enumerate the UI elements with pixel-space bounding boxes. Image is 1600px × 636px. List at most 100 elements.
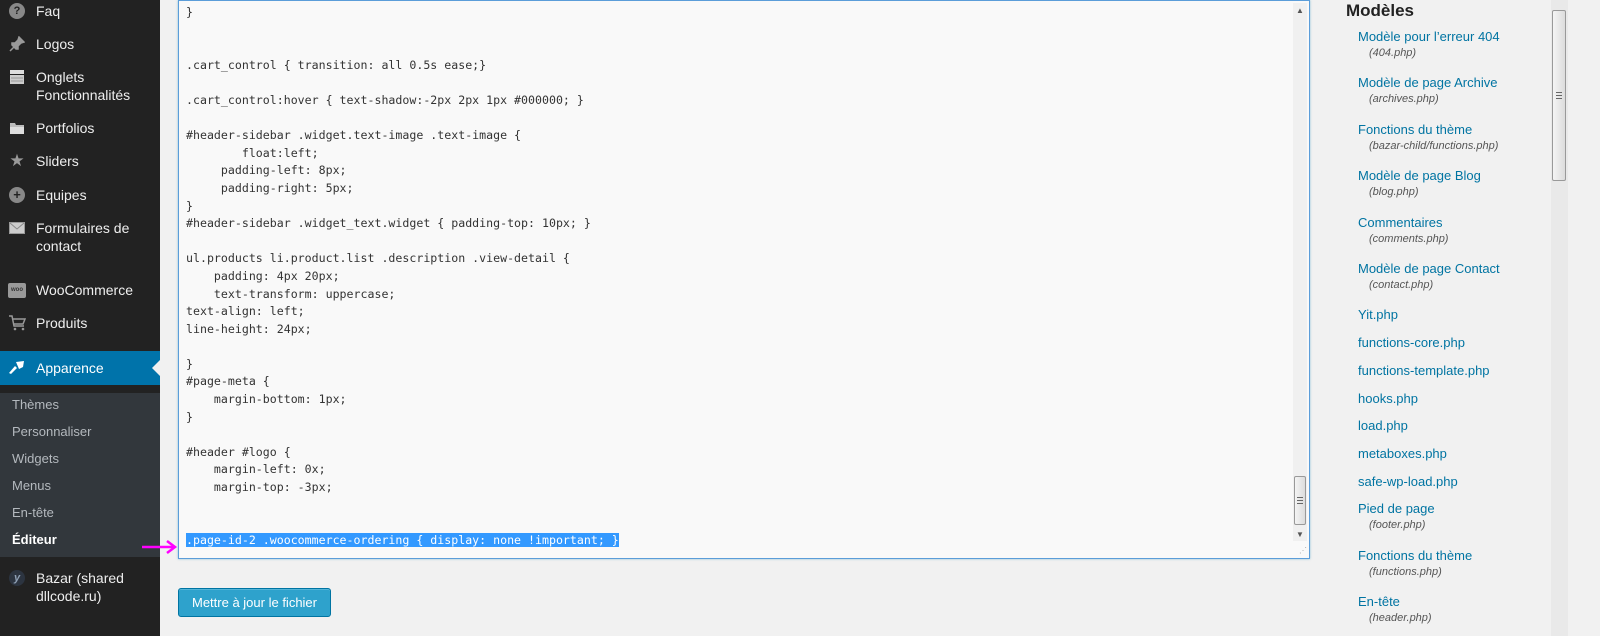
template-link[interactable]: Fonctions du thème (1358, 122, 1472, 137)
code-text: margin-bottom: 1px; (186, 392, 347, 407)
scroll-up-icon[interactable]: ▲ (1293, 3, 1307, 17)
code-line: padding: 4px 20px; (186, 268, 619, 286)
code-text: margin-top: -3px; (186, 480, 333, 495)
template-link[interactable]: load.php (1358, 418, 1408, 433)
mail-icon (8, 219, 26, 237)
code-line: text-transform: uppercase; (186, 286, 619, 304)
code-text: #header-sidebar .widget_text.widget { pa… (186, 216, 591, 231)
code-text: padding-right: 5px; (186, 180, 354, 195)
template-link[interactable]: Fonctions du thème (1358, 548, 1472, 563)
code-line: padding-left: 8px; (186, 162, 619, 180)
annotation-arrow-icon (142, 540, 178, 554)
code-line: #header-sidebar .widget_text.widget { pa… (186, 215, 619, 233)
star-icon: ★ (9, 151, 25, 170)
update-file-button[interactable]: Mettre à jour le fichier (178, 588, 331, 617)
sidebar-item-label: Portfolios (36, 120, 95, 136)
code-line: margin-left: 0x; (186, 461, 619, 479)
template-link[interactable]: Modèle de page Archive (1358, 75, 1497, 90)
submenu-item-menus[interactable]: Menus (12, 478, 51, 493)
template-link[interactable]: En-tête (1358, 594, 1400, 609)
submenu-item-personnaliser[interactable]: Personnaliser (12, 424, 92, 439)
resize-handle-icon[interactable]: ⋰ (1297, 546, 1307, 556)
page-scrollbar[interactable] (1551, 0, 1568, 636)
wp-admin-theme-editor: ? Faq Logos Onglets Fonctionnalités Port… (0, 0, 1600, 636)
scroll-down-icon[interactable]: ▼ (1293, 527, 1307, 541)
sidebar-item-label: Bazar (shared dllcode.ru) (36, 570, 124, 604)
code-text: } (186, 198, 193, 213)
scroll-thumb[interactable] (1294, 476, 1306, 525)
submenu-item-editeur[interactable]: Éditeur (12, 532, 57, 547)
folder-icon (8, 119, 26, 137)
code-text: ul.products li.product.list .description… (186, 251, 570, 266)
submenu-item-themes[interactable]: Thèmes (12, 397, 59, 412)
template-link[interactable]: functions-core.php (1358, 335, 1465, 350)
sidebar-item-label: Sliders (36, 153, 79, 169)
code-text: } (186, 356, 193, 371)
template-filename: (functions.php) (1369, 565, 1442, 578)
cart-icon (8, 314, 26, 332)
active-indicator (152, 360, 160, 376)
code-line: float:left; (186, 145, 619, 163)
code-text: #header-sidebar .widget.text-image .text… (186, 128, 522, 143)
code-line: .cart_control:hover { text-shadow:-2px 2… (186, 92, 619, 110)
plus-circle-icon: + (8, 186, 26, 204)
code-line: ul.products li.product.list .description… (186, 250, 619, 268)
submenu-item-widgets[interactable]: Widgets (12, 451, 59, 466)
submenu-item-en-tete[interactable]: En-tête (12, 505, 54, 520)
template-link[interactable]: Pied de page (1358, 501, 1435, 516)
sidebar-item-apparence[interactable]: Apparence (0, 351, 160, 385)
code-line: } (186, 198, 619, 216)
editor-scrollbar[interactable]: ▲ ▼ (1293, 3, 1307, 541)
template-link[interactable]: Yit.php (1358, 307, 1398, 322)
page-scroll-thumb[interactable] (1552, 10, 1566, 181)
apparence-submenu: Thèmes Personnaliser Widgets Menus En-tê… (0, 393, 160, 557)
template-filename: (blog.php) (1369, 186, 1419, 199)
sidebar-item-label: WooCommerce (36, 282, 133, 298)
code-text: line-height: 24px; (186, 321, 312, 336)
template-filename: (header.php) (1369, 612, 1432, 625)
template-link[interactable]: functions-template.php (1358, 363, 1490, 378)
code-line: } (186, 4, 619, 22)
code-line: text-align: left; (186, 303, 619, 321)
code-line: #header #logo { (186, 444, 619, 462)
template-filename: (bazar-child/functions.php) (1369, 139, 1499, 152)
code-text: } (186, 5, 193, 19)
template-link[interactable]: metaboxes.php (1358, 446, 1447, 461)
sidebar-item-label: Logos (36, 36, 75, 52)
code-line: line-height: 24px; (186, 321, 619, 339)
templates-heading: Modèles (1346, 1, 1415, 20)
template-link[interactable]: safe-wp-load.php (1358, 474, 1458, 489)
pin-icon (8, 35, 26, 53)
template-link[interactable]: Commentaires (1358, 215, 1443, 230)
paintbrush-icon (8, 359, 26, 377)
code-line-selected: .page-id-2 .woocommerce-ordering { displ… (186, 532, 619, 550)
admin-sidebar: ? Faq Logos Onglets Fonctionnalités Port… (0, 0, 160, 636)
sidebar-item-label: Faq (36, 3, 61, 19)
template-link[interactable]: hooks.php (1358, 391, 1418, 406)
sidebar-item-label: Onglets Fonctionnalités (36, 69, 131, 103)
template-link[interactable]: Modèle pour l’erreur 404 (1358, 29, 1500, 44)
code-text: #page-meta { (186, 374, 270, 389)
template-link[interactable]: Modèle de page Contact (1358, 261, 1500, 276)
code-text: #header #logo { (186, 444, 291, 459)
code-line: .cart_control { transition: all 0.5s eas… (186, 57, 619, 75)
code-text: } (186, 409, 193, 424)
code-line: #header-sidebar .widget.text-image .text… (186, 127, 619, 145)
woocommerce-icon: woo (8, 281, 26, 299)
sidebar-item-label: Formulaires de contact (36, 220, 130, 254)
template-link[interactable]: Modèle de page Blog (1358, 168, 1481, 183)
code-textarea[interactable]: } .cart_control { transition: all 0.5s ea… (186, 4, 619, 549)
template-filename: (footer.php) (1369, 519, 1426, 532)
code-line: #page-meta { (186, 373, 619, 391)
template-filename: (comments.php) (1369, 232, 1449, 245)
sidebar-item-label: Apparence (36, 360, 104, 376)
theme-code-editor[interactable]: } .cart_control { transition: all 0.5s ea… (178, 0, 1310, 559)
